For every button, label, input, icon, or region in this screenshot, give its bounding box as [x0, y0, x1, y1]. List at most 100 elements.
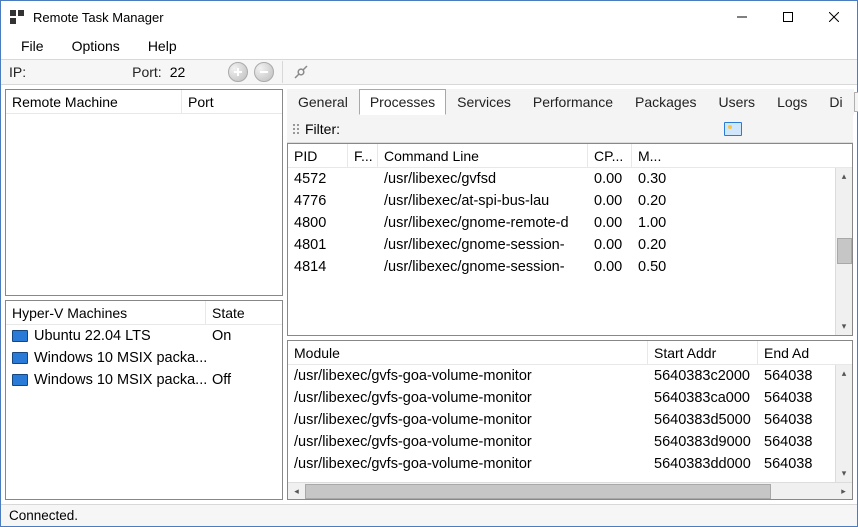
- cell-end: 564038: [758, 390, 835, 406]
- hyperv-row[interactable]: Ubuntu 22.04 LTSOn: [6, 325, 282, 347]
- main-area: Remote Machine Port Hyper-V Machines Sta…: [1, 85, 857, 504]
- right-pane: GeneralProcessesServicesPerformancePacka…: [287, 85, 857, 504]
- add-host-button[interactable]: [228, 62, 248, 82]
- minimize-button[interactable]: [719, 1, 765, 33]
- process-panel: PID F... Command Line CP... M... 4572/us…: [287, 143, 853, 336]
- cell-end: 564038: [758, 368, 835, 384]
- hscroll-thumb[interactable]: [305, 484, 771, 499]
- tab-processes[interactable]: Processes: [359, 89, 446, 115]
- cell-start: 5640383dd000: [648, 456, 758, 472]
- cell-cpu: 0.00: [588, 193, 632, 209]
- process-vscrollbar[interactable]: ▴ ▾: [835, 168, 852, 335]
- hyperv-header: Hyper-V Machines State: [6, 301, 282, 325]
- hyperv-body: Ubuntu 22.04 LTSOnWindows 10 MSIX packa.…: [6, 325, 282, 499]
- scroll-up-icon[interactable]: ▴: [836, 168, 852, 185]
- module-row[interactable]: /usr/libexec/gvfs-goa-volume-monitor5640…: [288, 387, 835, 409]
- scroll-left-icon[interactable]: ◂: [288, 483, 305, 499]
- filter-input[interactable]: [348, 119, 548, 139]
- menu-help[interactable]: Help: [136, 36, 189, 56]
- vm-state: On: [206, 328, 282, 344]
- col-hyperv-state[interactable]: State: [206, 301, 282, 324]
- process-row[interactable]: 4801/usr/libexec/gnome-session-0.000.20: [288, 234, 835, 256]
- tab-strip: GeneralProcessesServicesPerformancePacka…: [287, 89, 853, 115]
- module-row[interactable]: /usr/libexec/gvfs-goa-volume-monitor 5640…: [288, 365, 835, 387]
- tab-users[interactable]: Users: [708, 89, 767, 115]
- scroll-down-icon[interactable]: ▾: [836, 465, 852, 482]
- col-cmd[interactable]: Command Line: [378, 144, 588, 167]
- tab-performance[interactable]: Performance: [522, 89, 624, 115]
- cell-module: /usr/libexec/gvfs-goa-volume-monitor: [288, 368, 648, 384]
- hyperv-row[interactable]: Windows 10 MSIX packa...: [6, 347, 282, 369]
- process-row[interactable]: 4776/usr/libexec/at-spi-bus-lau0.000.20: [288, 190, 835, 212]
- tab-services[interactable]: Services: [446, 89, 522, 115]
- cell-pid: 4776: [288, 193, 348, 209]
- cell-cmd: /usr/libexec/gvfsd: [378, 171, 588, 187]
- remote-machines-body[interactable]: [6, 114, 282, 295]
- process-row[interactable]: 4572/usr/libexec/gvfsd0.000.30: [288, 168, 835, 190]
- col-f[interactable]: F...: [348, 144, 378, 167]
- connection-toolbar: IP: Port:: [1, 59, 857, 85]
- port-input[interactable]: [168, 62, 214, 82]
- scroll-down-icon[interactable]: ▾: [836, 318, 852, 335]
- cell-end: 564038: [758, 456, 835, 472]
- cell-start: 5640383d5000: [648, 412, 758, 428]
- scroll-right-icon[interactable]: ▸: [835, 483, 852, 499]
- col-remote-port[interactable]: Port: [182, 90, 282, 113]
- remove-host-button[interactable]: [254, 62, 274, 82]
- col-mem[interactable]: M...: [632, 144, 676, 167]
- modules-hscrollbar[interactable]: ◂ ▸: [288, 482, 852, 499]
- hyperv-row[interactable]: Windows 10 MSIX packa...Off: [6, 369, 282, 391]
- process-row[interactable]: 4800/usr/libexec/gnome-remote-d0.001.00: [288, 212, 835, 234]
- filter-bar: Filter:: [287, 115, 853, 143]
- modules-vscrollbar[interactable]: ▴ ▾: [835, 365, 852, 482]
- col-end-addr[interactable]: End Ad: [758, 341, 852, 364]
- module-row[interactable]: /usr/libexec/gvfs-goa-volume-monitor5640…: [288, 453, 835, 475]
- ip-input[interactable]: [32, 62, 126, 82]
- cell-pid: 4572: [288, 171, 348, 187]
- tab-general[interactable]: General: [287, 89, 359, 115]
- scroll-up-icon[interactable]: ▴: [836, 365, 852, 382]
- cell-end: 564038: [758, 412, 835, 428]
- process-body: 4572/usr/libexec/gvfsd0.000.304776/usr/l…: [288, 168, 835, 335]
- status-text: Connected.: [9, 508, 78, 523]
- cell-cpu: 0.00: [588, 259, 632, 275]
- col-remote-machine[interactable]: Remote Machine: [6, 90, 182, 113]
- close-button[interactable]: [811, 1, 857, 33]
- vm-icon: [12, 374, 28, 386]
- maximize-button[interactable]: [765, 1, 811, 33]
- col-start-addr[interactable]: Start Addr: [648, 341, 758, 364]
- menu-file[interactable]: File: [9, 36, 56, 56]
- cell-cmd: /usr/libexec/gnome-remote-d: [378, 215, 588, 231]
- col-module[interactable]: Module: [288, 341, 648, 364]
- app-icon: [9, 9, 25, 25]
- col-cpu[interactable]: CP...: [588, 144, 632, 167]
- vm-icon: [12, 352, 28, 364]
- cell-pid: 4814: [288, 259, 348, 275]
- cell-cmd: /usr/libexec/gnome-session-: [378, 237, 588, 253]
- modules-panel: Module Start Addr End Ad /usr/libexec/gv…: [287, 340, 853, 500]
- cell-cpu: 0.00: [588, 215, 632, 231]
- process-row[interactable]: 4814/usr/libexec/gnome-session-0.000.50: [288, 256, 835, 278]
- col-hyperv-name[interactable]: Hyper-V Machines: [6, 301, 206, 324]
- window-controls: [719, 1, 857, 33]
- module-row[interactable]: /usr/libexec/gvfs-goa-volume-monitor5640…: [288, 431, 835, 453]
- tab-packages[interactable]: Packages: [624, 89, 707, 115]
- image-icon[interactable]: [724, 122, 742, 136]
- process-header: PID F... Command Line CP... M...: [288, 144, 852, 168]
- status-bar: Connected.: [1, 504, 857, 526]
- hyperv-panel: Hyper-V Machines State Ubuntu 22.04 LTSO…: [5, 300, 283, 500]
- cell-cpu: 0.00: [588, 237, 632, 253]
- tab-di[interactable]: Di: [818, 89, 853, 115]
- cell-mem: 0.20: [632, 237, 676, 253]
- col-pid[interactable]: PID: [288, 144, 348, 167]
- cell-mem: 1.00: [632, 215, 676, 231]
- tab-scroll: ◂ ▸: [854, 89, 858, 114]
- tab-logs[interactable]: Logs: [766, 89, 818, 115]
- module-row[interactable]: /usr/libexec/gvfs-goa-volume-monitor5640…: [288, 409, 835, 431]
- settings-button[interactable]: [291, 62, 311, 82]
- vm-name: Windows 10 MSIX packa...: [34, 372, 206, 388]
- tab-scroll-left[interactable]: ◂: [854, 92, 858, 112]
- scroll-thumb[interactable]: [837, 238, 852, 264]
- cell-start: 5640383ca000: [648, 390, 758, 406]
- menu-options[interactable]: Options: [60, 36, 132, 56]
